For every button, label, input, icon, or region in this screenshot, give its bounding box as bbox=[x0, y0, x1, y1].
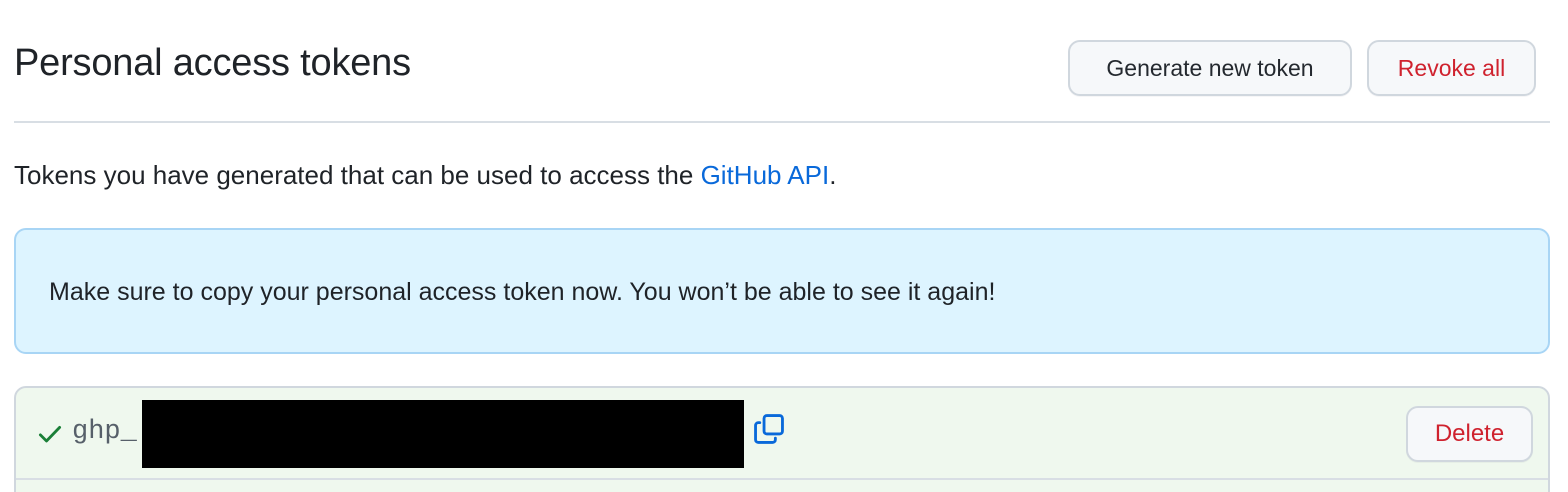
delete-token-button[interactable]: Delete bbox=[1406, 406, 1533, 462]
description-period: . bbox=[829, 160, 837, 190]
check-icon bbox=[38, 425, 62, 443]
copy-icon[interactable] bbox=[752, 412, 786, 446]
token-row: ghp_ Delete bbox=[14, 386, 1550, 492]
flash-message: Make sure to copy your personal access t… bbox=[49, 278, 996, 306]
tokens-description: Tokens you have generated that can be us… bbox=[14, 157, 836, 193]
revoke-all-button[interactable]: Revoke all bbox=[1367, 40, 1536, 96]
page-title: Personal access tokens bbox=[14, 42, 411, 84]
flash-notice: Make sure to copy your personal access t… bbox=[14, 228, 1550, 354]
row-divider bbox=[16, 478, 1548, 480]
token-value[interactable]: ghp_ bbox=[72, 414, 137, 450]
generate-new-token-button[interactable]: Generate new token bbox=[1068, 40, 1352, 96]
redacted-token-block bbox=[142, 400, 744, 468]
description-text: Tokens you have generated that can be us… bbox=[14, 160, 701, 190]
github-api-link[interactable]: GitHub API bbox=[701, 160, 830, 190]
settings-page: Personal access tokens Generate new toke… bbox=[0, 0, 1568, 492]
